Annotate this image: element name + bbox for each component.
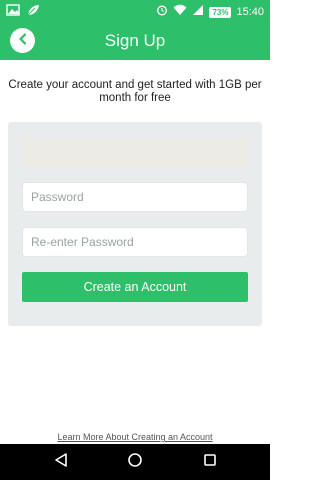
app-bar: Sign Up <box>0 22 270 60</box>
page-title: Sign Up <box>104 31 166 50</box>
nav-back-button[interactable] <box>51 452 71 472</box>
battery-icon: 73% <box>209 6 232 18</box>
wifi-icon <box>173 3 187 21</box>
leaf-app-icon <box>26 3 40 22</box>
circle-home-icon <box>127 452 143 473</box>
navigation-bar <box>0 444 270 480</box>
nav-home-button[interactable] <box>125 452 145 472</box>
square-recent-icon <box>203 453 217 472</box>
triangle-back-icon <box>54 452 68 473</box>
status-left-icons <box>6 3 40 22</box>
alarm-icon <box>156 3 168 21</box>
intro-text: Create your account and get started with… <box>8 79 262 104</box>
status-bar: 73% 15:40 <box>0 0 270 22</box>
signup-form: Password Re-enter Password Create an Acc… <box>8 122 262 326</box>
password-field[interactable]: Password <box>22 182 248 212</box>
signal-icon <box>192 3 204 21</box>
status-right-icons: 73% 15:40 <box>156 3 264 21</box>
status-time: 15:40 <box>236 6 264 18</box>
create-account-button[interactable]: Create an Account <box>22 272 248 302</box>
nav-recent-button[interactable] <box>200 452 220 472</box>
gallery-icon <box>6 3 20 22</box>
email-field[interactable] <box>22 138 248 168</box>
learn-more-link[interactable]: Learn More About Creating an Account <box>0 432 270 442</box>
reenter-password-field[interactable]: Re-enter Password <box>22 227 248 257</box>
